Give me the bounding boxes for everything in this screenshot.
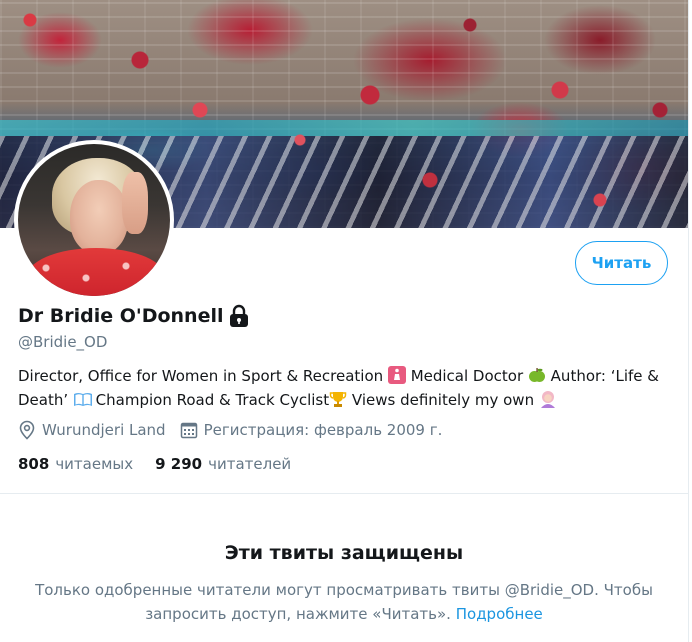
profile-name-text: Dr Bridie O'Donnell <box>18 305 224 327</box>
protected-text: Только одобренные читатели могут просмат… <box>35 581 653 623</box>
following-count: 808 <box>18 455 50 473</box>
learn-more-link[interactable]: Подробнее <box>456 605 543 623</box>
location-text: Wurundjeri Land <box>42 421 166 439</box>
book-emoji <box>73 390 92 408</box>
bio-text-2: Medical Doctor <box>405 367 528 385</box>
column-border <box>688 0 689 642</box>
bio-text-1: Director, Office for Women in Sport & Re… <box>18 367 388 385</box>
followers-link[interactable]: 9 290 читателей <box>155 455 291 473</box>
lock-icon <box>228 304 250 328</box>
followers-label: читателей <box>208 455 292 473</box>
location-icon <box>19 420 35 440</box>
join-date-text: Регистрация: февраль 2009 г. <box>203 421 443 439</box>
protected-title: Эти твиты защищены <box>224 542 464 564</box>
restroom-emoji <box>387 366 406 384</box>
following-label: читаемых <box>55 455 134 473</box>
protected-message: Только одобренные читатели могут просмат… <box>24 578 664 626</box>
bio-text-5: Views definitely my own <box>347 391 539 409</box>
woman-emoji <box>539 390 557 408</box>
calendar-icon <box>180 422 197 439</box>
profile-meta: Wurundjeri Land Регистрация: февраль 200… <box>18 420 442 440</box>
join-date: Регистрация: февраль 2009 г. <box>180 421 443 439</box>
location: Wurundjeri Land <box>18 420 166 440</box>
bio-text-4: Champion Road & Track Cyclist <box>90 391 330 409</box>
green-apple-emoji <box>528 366 546 384</box>
profile-avatar[interactable] <box>14 140 174 300</box>
avatar-shirt <box>26 248 166 296</box>
trophy-emoji <box>329 390 347 408</box>
profile-stats: 808 читаемых 9 290 читателей <box>18 455 291 473</box>
section-divider <box>0 493 688 494</box>
profile-bio: Director, Office for Women in Sport & Re… <box>18 364 678 412</box>
followers-count: 9 290 <box>155 455 203 473</box>
profile-handle: @Bridie_OD <box>18 333 108 351</box>
follow-button[interactable]: Читать <box>575 241 668 285</box>
profile-name: Dr Bridie O'Donnell <box>18 304 250 328</box>
avatar-face <box>70 180 128 254</box>
following-link[interactable]: 808 читаемых <box>18 455 133 473</box>
avatar-hand <box>122 172 148 234</box>
